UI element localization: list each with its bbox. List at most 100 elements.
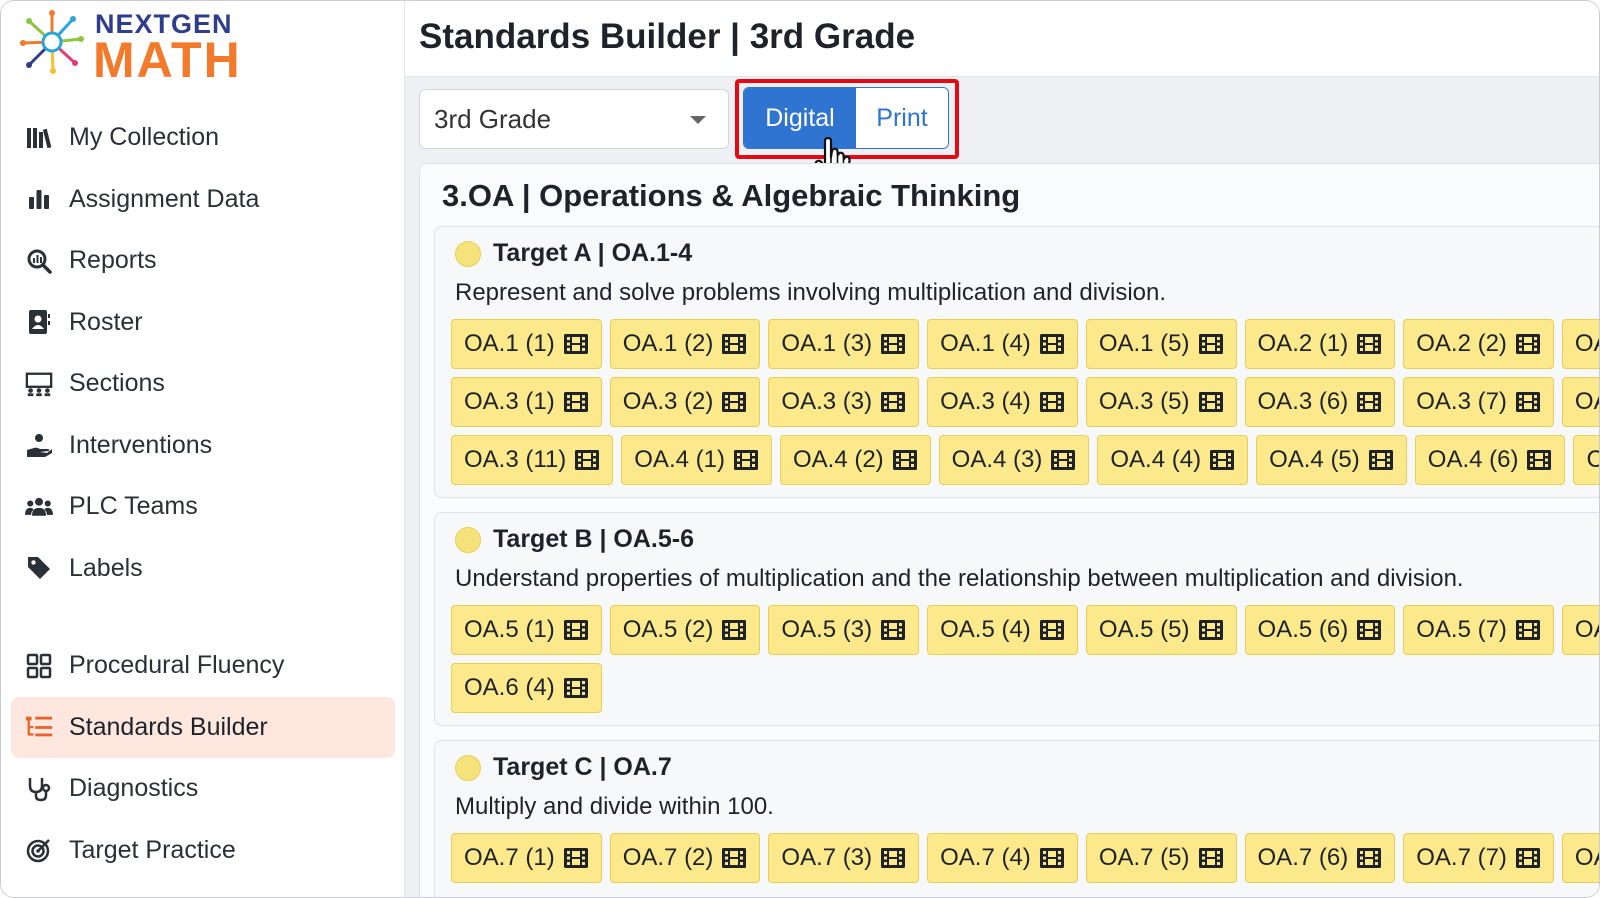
chip-row: OA.1 (1) OA.1 (2) OA.1 (3) OA.1 (4) OA.1 (5)… [451, 319, 1599, 369]
sidebar-item-label: Interventions [69, 430, 213, 459]
target-description: Multiply and divide within 100. [455, 793, 774, 820]
sidebar-item-reports[interactable]: Reports [11, 230, 395, 292]
chip-label: OA.5 (7) [1416, 616, 1507, 643]
target-title: Target B | OA.5-6 [493, 525, 695, 553]
standard-chip[interactable]: OA.3 (2) [609, 377, 761, 427]
standard-chip[interactable]: OA.4 (3) [938, 435, 1090, 485]
chip-row: OA.3 (1) OA.3 (2) OA.3 (3) OA.3 (4) OA.3 (5)… [451, 377, 1599, 427]
film-icon [1031, 619, 1065, 641]
film-icon [1348, 333, 1382, 355]
sidebar-item-plc-teams[interactable]: PLC Teams [11, 476, 395, 538]
sidebar-item-procedural-fluency[interactable]: Procedural Fluency [11, 635, 395, 697]
film-icon [1190, 847, 1224, 869]
sidebar-item-diagnostics[interactable]: Diagnostics [11, 758, 395, 820]
standard-chip[interactable]: OA.5 (7) [1403, 605, 1554, 655]
film-icon [555, 391, 589, 413]
standard-chip[interactable]: OA.7 (3) [768, 833, 920, 883]
standard-chip[interactable]: OA.7 (5) [1085, 833, 1237, 883]
film-icon [1348, 391, 1382, 413]
standard-chip[interactable]: OA.1 (3) [768, 319, 920, 369]
sidebar-item-sections[interactable]: Sections [11, 353, 395, 415]
sidebar-item-label: My Collection [69, 123, 220, 152]
film-icon [1348, 847, 1382, 869]
standard-chip[interactable]: OA.4 (1) [621, 435, 772, 485]
sidebar-item-interventions[interactable]: Interventions [11, 415, 395, 477]
standard-chip[interactable]: OA.1 (5) [1085, 319, 1237, 369]
grade-select[interactable]: 3rd Grade [419, 89, 729, 149]
standard-chip[interactable]: OA.3 (5) [1085, 377, 1237, 427]
standard-chip[interactable]: OA.5 (3) [768, 605, 920, 655]
sidebar-item-roster[interactable]: Roster [11, 292, 395, 354]
target-card-b: Target B | OA.5-6 Understand properties … [434, 512, 1599, 726]
standard-chip[interactable]: OA.7 (6) [1244, 833, 1396, 883]
film-icon [1190, 391, 1224, 413]
target-card-c: Target C | OA.7 Multiply and divide with… [434, 740, 1599, 897]
film-icon [1507, 619, 1541, 641]
standard-chip[interactable]: OA.5 (5) [1085, 605, 1237, 655]
print-button[interactable]: Print [856, 88, 948, 148]
standard-chip[interactable]: OA.2 (1) [1244, 319, 1396, 369]
standard-chip[interactable]: OA.5 (1) [451, 605, 602, 655]
standard-chip[interactable]: OA.1 (2) [609, 319, 761, 369]
sidebar-item-assignment-data[interactable]: Assignment Data [11, 169, 395, 231]
standard-chip[interactable]: OA.3 (3) [768, 377, 920, 427]
chip-label: OA.1 (3) [781, 330, 873, 357]
sidebar-item-label: Standards Builder [69, 712, 268, 741]
sidebar-item-labels[interactable]: Labels [11, 538, 395, 600]
standard-chip[interactable]: OA.3 (1) [451, 377, 602, 427]
standard-chip[interactable]: OA.5 (6) [1244, 605, 1396, 655]
standard-chip[interactable]: OA.4 (6) [1414, 435, 1566, 485]
standard-chip[interactable]: OA.4 (2) [779, 435, 931, 485]
sidebar-item-label: Procedural Fluency [69, 651, 285, 680]
standard-chip[interactable]: OA [1561, 605, 1599, 655]
sidebar-item-label: Assignment Data [69, 184, 260, 213]
standard-chip[interactable]: OA.3 (7) [1403, 377, 1554, 427]
standard-chip[interactable]: OA.5 (2) [609, 605, 761, 655]
status-dot-icon [455, 754, 481, 781]
sidebar: NEXTGEN MATH My Collection Assignment Da… [1, 1, 405, 897]
sidebar-item-label: Diagnostics [69, 774, 199, 803]
magnify-chart-icon [25, 247, 53, 275]
sidebar-nav: My Collection Assignment Data Reports Ro… [11, 107, 395, 881]
film-icon [1507, 333, 1541, 355]
sidebar-item-target-practice[interactable]: Target Practice [11, 820, 395, 882]
chip-label: OA.7 (6) [1257, 844, 1349, 871]
film-icon [872, 847, 906, 869]
standard-chip[interactable]: OA [1561, 377, 1599, 427]
sidebar-item-my-collection[interactable]: My Collection [11, 107, 395, 169]
target-icon [25, 836, 53, 864]
standard-chip[interactable]: OA.1 (1) [451, 319, 602, 369]
sidebar-item-standards-builder[interactable]: Standards Builder [11, 696, 395, 758]
chip-label: OA.4 (4) [1110, 446, 1202, 473]
standard-chip[interactable]: OA.2 (2) [1403, 319, 1554, 369]
standard-chip[interactable]: OA [1561, 319, 1599, 369]
chip-label: OA.7 (7) [1416, 844, 1507, 871]
tag-icon [25, 554, 53, 582]
standard-chip[interactable]: OA [1561, 833, 1599, 883]
chip-label: OA.3 (11) [464, 446, 567, 473]
target-header: Target A | OA.1-4 [455, 239, 692, 268]
sidebar-item-label: Roster [69, 307, 143, 336]
standard-chip[interactable]: OA.4 (4) [1097, 435, 1249, 485]
standard-chip[interactable]: OA.4 (5) [1256, 435, 1407, 485]
standard-chip[interactable]: OA.7 (2) [609, 833, 761, 883]
logo[interactable]: NEXTGEN MATH [19, 7, 249, 88]
standard-chip[interactable]: OA.1 (4) [927, 319, 1078, 369]
standard-chip[interactable]: OA.7 (1) [451, 833, 602, 883]
chip-label: OA.3 (7) [1416, 388, 1507, 415]
chip-row: OA.6 (4) [451, 663, 1599, 713]
chip-label: OA.4 (1) [634, 446, 725, 473]
standard-chip[interactable]: OA.5 (4) [927, 605, 1078, 655]
film-icon [872, 391, 906, 413]
standard-chip[interactable]: OA.7 (4) [927, 833, 1078, 883]
standard-chip[interactable]: C [1573, 435, 1599, 485]
standard-chip[interactable]: OA.3 (11) [451, 435, 614, 485]
film-icon [1190, 333, 1224, 355]
chip-label: OA.2 (2) [1416, 330, 1507, 357]
sidebar-item-label: Reports [69, 246, 157, 275]
standard-chip[interactable]: OA.6 (4) [451, 663, 602, 713]
standard-chip[interactable]: OA.3 (4) [927, 377, 1078, 427]
standard-chip[interactable]: OA.3 (6) [1244, 377, 1396, 427]
standard-chip[interactable]: OA.7 (7) [1403, 833, 1554, 883]
contact-card-icon [25, 308, 53, 336]
